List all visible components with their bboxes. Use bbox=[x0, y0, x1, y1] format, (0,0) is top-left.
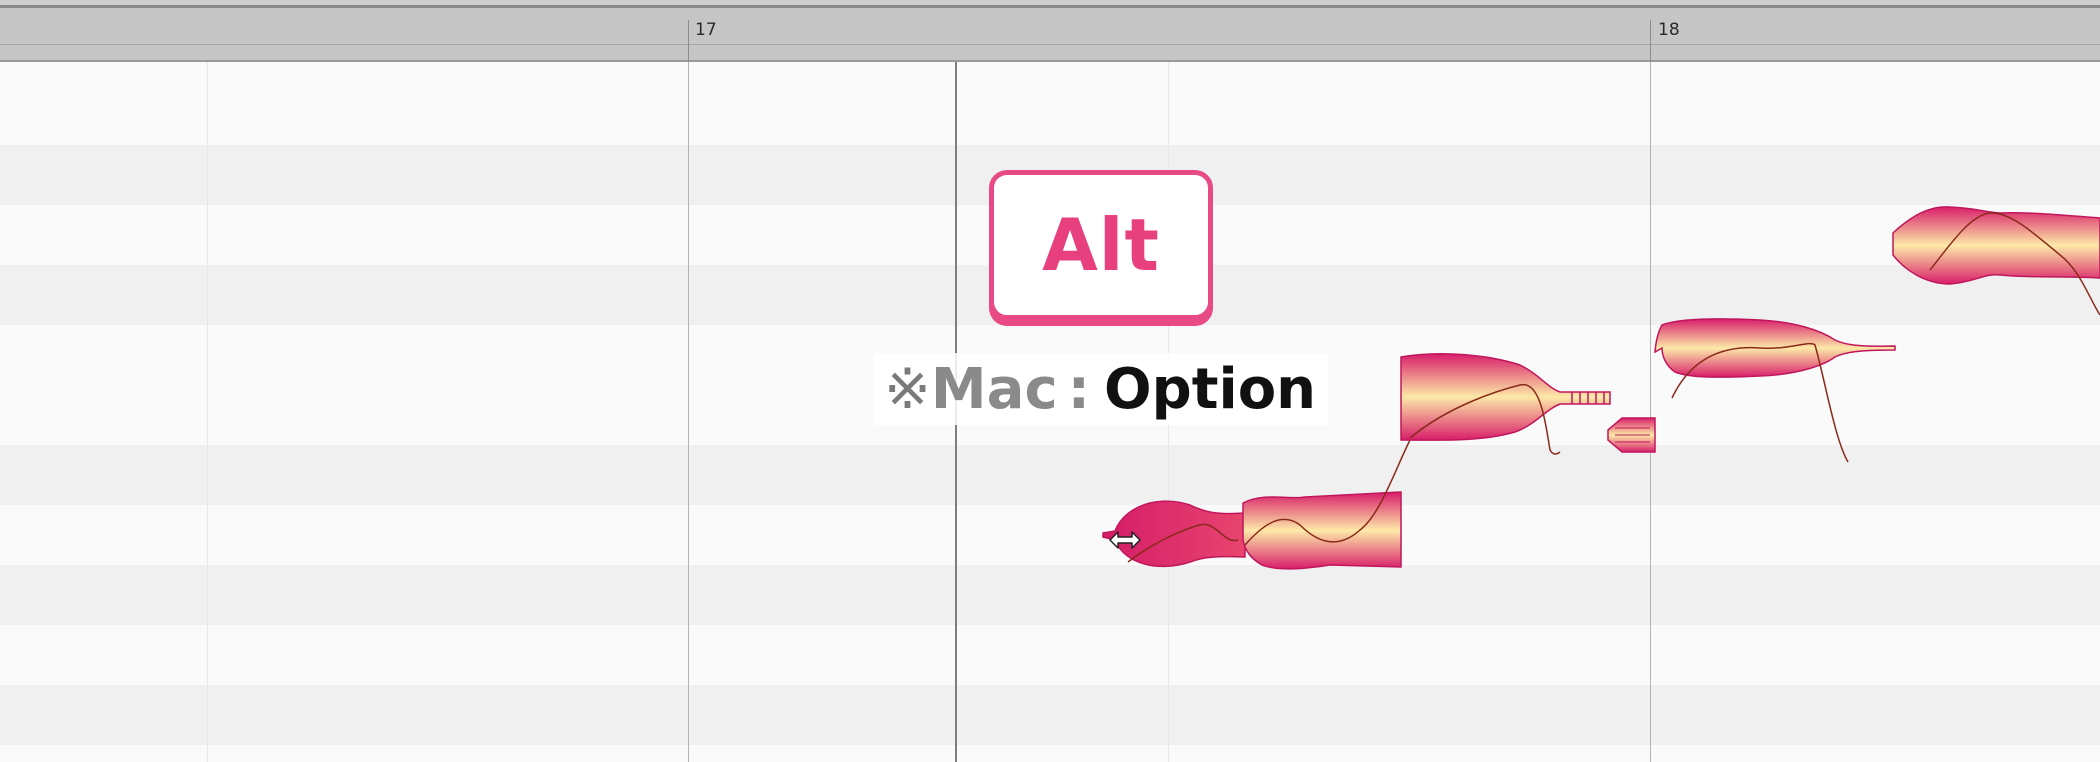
note-blob-2[interactable] bbox=[1242, 439, 1411, 570]
option-key-label: Option bbox=[1104, 356, 1317, 422]
note-blob-1[interactable] bbox=[1102, 500, 1246, 568]
platform-label: Mac bbox=[930, 356, 1058, 422]
mac-option-note: ※ Mac : Option bbox=[884, 356, 1317, 422]
alt-key-badge: Alt bbox=[989, 170, 1213, 320]
alt-key-label: Alt bbox=[1042, 203, 1160, 287]
note-blob-4[interactable] bbox=[1607, 417, 1656, 453]
note-blob-3[interactable] bbox=[1400, 352, 1611, 455]
reference-mark: ※ bbox=[884, 356, 931, 422]
note-blob-6[interactable] bbox=[1892, 206, 2100, 316]
separator-colon: : bbox=[1067, 356, 1091, 422]
note-blob-5[interactable] bbox=[1654, 318, 1896, 463]
